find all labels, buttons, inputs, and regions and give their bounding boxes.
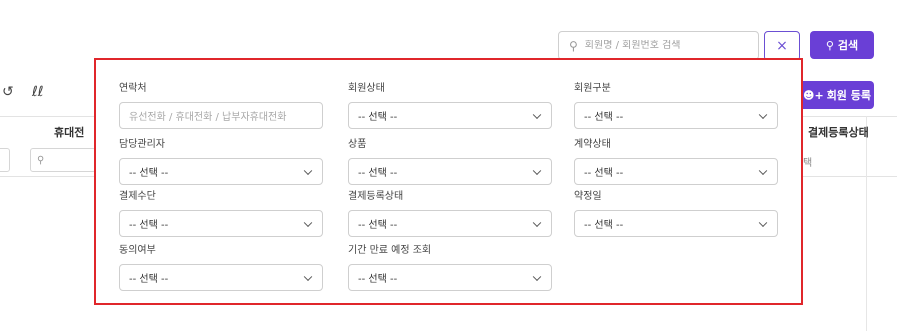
- chevron-down-icon: [532, 166, 542, 175]
- payment-method-value: -- 선택 --: [129, 220, 169, 231]
- clear-search-button[interactable]: ×: [764, 31, 800, 61]
- column-header-mobile[interactable]: 휴대전: [54, 124, 84, 140]
- search-icon: ⚲: [569, 38, 578, 53]
- chevron-down-icon: [758, 166, 768, 175]
- contract-status-select[interactable]: -- 선택 --: [574, 158, 778, 185]
- filter-manager-label: 담당관리자: [119, 139, 165, 150]
- filter-contact: 연락처 유선전화 / 휴대전화 / 납부자휴대전화: [119, 82, 323, 129]
- chevron-down-icon: [758, 218, 768, 227]
- column-filter-partial[interactable]: [0, 148, 10, 172]
- filter-payment-method: 결제수단 -- 선택 --: [119, 190, 323, 237]
- member-search-box[interactable]: ⚲: [558, 31, 759, 60]
- filter-payment-registration-status-label: 결제등록상태: [348, 191, 404, 202]
- chevron-down-icon: [303, 272, 313, 281]
- chevron-down-icon: [303, 218, 313, 227]
- filter-manager: 담당관리자 -- 선택 --: [119, 138, 323, 185]
- search-icon: ⚲: [37, 154, 45, 166]
- member-status-select[interactable]: -- 선택 --: [348, 102, 552, 129]
- contact-input[interactable]: 유선전화 / 휴대전화 / 납부자휴대전화: [119, 102, 323, 129]
- add-user-icon: ☻+: [803, 88, 824, 102]
- filter-panel: 연락처 유선전화 / 휴대전화 / 납부자휴대전화 회원상태 -- 선택 -- …: [94, 58, 803, 305]
- filter-agreement-date: 약정일 -- 선택 --: [574, 190, 778, 237]
- column-header-payment-status[interactable]: 결제등록상태: [808, 124, 869, 140]
- consent-select[interactable]: -- 선택 --: [119, 264, 323, 291]
- expiry-lookup-select[interactable]: -- 선택 --: [348, 264, 552, 291]
- filter-consent: 동의여부 -- 선택 --: [119, 244, 323, 291]
- filter-payment-registration-status: 결제등록상태 -- 선택 --: [348, 190, 552, 237]
- member-type-select[interactable]: -- 선택 --: [574, 102, 778, 129]
- payment-registration-status-value: -- 선택 --: [358, 220, 398, 231]
- filter-product: 상품 -- 선택 --: [348, 138, 552, 185]
- filter-product-label: 상품: [348, 139, 367, 150]
- contract-status-value: -- 선택 --: [584, 168, 624, 179]
- filter-contract-status: 계약상태 -- 선택 --: [574, 138, 778, 185]
- manager-select[interactable]: -- 선택 --: [119, 158, 323, 185]
- chevron-down-icon: [532, 110, 542, 119]
- search-icon: ⚲: [825, 38, 834, 52]
- chevron-down-icon: [532, 272, 542, 281]
- table-scrollbar[interactable]: [866, 116, 867, 331]
- manager-value: -- 선택 --: [129, 168, 169, 179]
- filter-consent-label: 동의여부: [119, 245, 156, 256]
- search-button[interactable]: ⚲ 검색: [810, 31, 874, 59]
- agreement-date-value: -- 선택 --: [584, 220, 624, 231]
- member-type-value: -- 선택 --: [584, 112, 624, 123]
- product-value: -- 선택 --: [358, 168, 398, 179]
- signature-icon[interactable]: ℓℓ: [32, 84, 44, 100]
- member-search-input[interactable]: [584, 40, 745, 51]
- filter-member-type-label: 회원구분: [574, 83, 611, 94]
- register-member-button[interactable]: ☻+ 회원 등록: [800, 81, 874, 109]
- member-status-value: -- 선택 --: [358, 112, 398, 123]
- consent-value: -- 선택 --: [129, 274, 169, 285]
- filter-payment-method-label: 결제수단: [119, 191, 156, 202]
- filter-member-status: 회원상태 -- 선택 --: [348, 82, 552, 129]
- chevron-down-icon: [532, 218, 542, 227]
- filter-agreement-date-label: 약정일: [574, 191, 602, 202]
- chevron-down-icon: [758, 110, 768, 119]
- filter-member-type: 회원구분 -- 선택 --: [574, 82, 778, 129]
- column-filter-mobile[interactable]: ⚲: [30, 148, 96, 172]
- product-select[interactable]: -- 선택 --: [348, 158, 552, 185]
- payment-method-select[interactable]: -- 선택 --: [119, 210, 323, 237]
- refresh-icon[interactable]: ↺: [2, 84, 14, 100]
- filter-contact-label: 연락처: [119, 83, 147, 94]
- chevron-down-icon: [303, 166, 313, 175]
- filter-expiry-lookup-label: 기간 만료 예정 조회: [348, 245, 432, 256]
- agreement-date-select[interactable]: -- 선택 --: [574, 210, 778, 237]
- search-button-label: 검색: [837, 39, 859, 52]
- filter-expiry-lookup: 기간 만료 예정 조회 -- 선택 --: [348, 244, 552, 291]
- register-button-label: 회원 등록: [826, 89, 871, 102]
- close-icon: ×: [776, 38, 788, 54]
- expiry-lookup-value: -- 선택 --: [358, 274, 398, 285]
- filter-member-status-label: 회원상태: [348, 83, 385, 94]
- filter-contract-status-label: 계약상태: [574, 139, 611, 150]
- payment-registration-status-select[interactable]: -- 선택 --: [348, 210, 552, 237]
- column-filter-payment-status[interactable]: 택: [803, 154, 812, 169]
